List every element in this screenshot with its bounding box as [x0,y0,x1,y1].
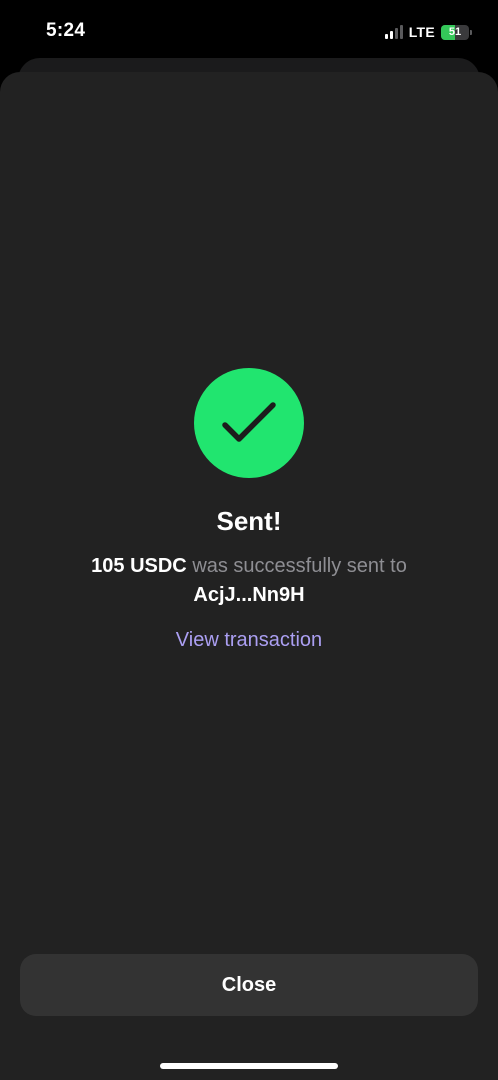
success-title: Sent! [216,506,282,536]
battery-percent: 51 [448,25,462,38]
battery-cap [470,29,472,35]
message-text: was successfully sent to [192,555,407,577]
cellular-signal-icon [384,25,403,39]
signal-bar [384,34,388,39]
view-transaction-link[interactable]: View transaction [0,629,498,652]
signal-bar [389,31,393,39]
home-indicator[interactable] [160,1063,338,1069]
status-time: 5:24 [46,20,86,41]
sent-amount: 105 USDC [91,555,187,577]
close-button[interactable]: Close [20,954,478,1016]
signal-bar [399,25,403,39]
screen: 5:24 LTE 51 Sent! 105 USDC was successfu… [0,0,498,1080]
recipient-address: AcjJ...Nn9H [193,584,305,606]
battery-icon: 51 [441,24,472,40]
network-type: LTE [408,24,435,40]
success-message: 105 USDC was successfully sent to AcjJ..… [40,552,458,610]
checkmark-icon [222,402,276,442]
battery-body: 51 [441,24,469,40]
status-indicators: LTE 51 [384,22,472,42]
signal-bar [394,28,398,39]
status-bar: 5:24 LTE 51 [0,0,498,62]
success-badge [194,368,304,478]
